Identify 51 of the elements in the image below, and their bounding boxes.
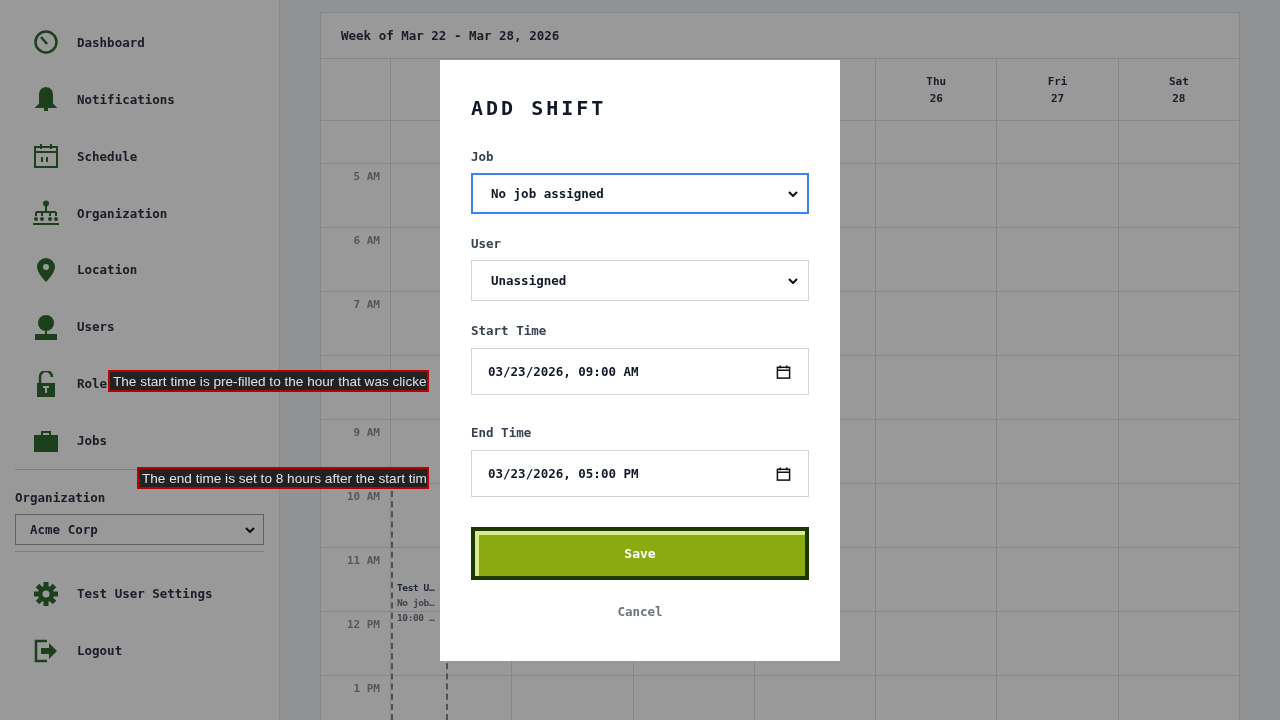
calendar-icon	[776, 465, 791, 482]
nav-item[interactable]: Users	[15, 298, 115, 356]
hour-label: 9 AM	[353, 426, 380, 439]
calendar-icon	[776, 363, 791, 380]
day-date: 27	[1050, 91, 1065, 105]
nav-item[interactable]: Role	[15, 355, 108, 413]
datetime-field[interactable]: 03/23/2026, 05:00 PM	[471, 450, 809, 497]
settings-icon	[33, 580, 59, 607]
annotation-tooltip: The end time is set to 8 hours after the start tim	[137, 467, 429, 489]
dialog-title: ADD SHIFT	[471, 96, 608, 120]
field-label: Job	[471, 149, 495, 164]
user-icon	[33, 313, 59, 340]
datetime-field[interactable]: 03/23/2026, 09:00 AM	[471, 348, 809, 395]
hour-label: 7 AM	[353, 298, 380, 311]
dashboard-icon	[33, 29, 59, 56]
hour-label: 10 AM	[346, 490, 380, 503]
week-title: Week of Mar 22 - Mar 28, 2026	[341, 28, 560, 43]
nav-item[interactable]: Test User Settings	[15, 565, 213, 622]
select-field[interactable]: Unassigned	[471, 260, 809, 301]
organization-label: Organization	[15, 490, 107, 505]
nav-item[interactable]: Dashboard	[15, 14, 145, 71]
nav-item[interactable]: Logout	[15, 622, 123, 679]
cancel-button[interactable]: Cancel	[613, 604, 667, 619]
day-date: 28	[1172, 91, 1186, 105]
org-chart-icon	[33, 200, 59, 227]
nav-item[interactable]: Organization	[15, 184, 168, 242]
calendar-icon	[33, 143, 59, 170]
field-label: End Time	[471, 425, 533, 440]
hour-label: 5 AM	[353, 170, 380, 183]
bell-icon	[33, 86, 59, 113]
nav-item[interactable]: Notifications	[15, 70, 175, 128]
annotation-tooltip: The start time is pre-filled to the hour that was clicke	[108, 370, 429, 392]
chevron-icon	[788, 190, 798, 197]
logout-icon	[33, 637, 59, 664]
day-name: Sat	[1168, 74, 1189, 88]
nav-item[interactable]: Schedule	[15, 127, 138, 185]
chevron-icon	[245, 526, 255, 533]
day-date: 26	[929, 91, 943, 105]
hour-label: 1 PM	[353, 682, 380, 695]
field-label: User	[471, 236, 503, 251]
field-label: Start Time	[471, 323, 548, 338]
chevron-icon	[788, 277, 798, 284]
hour-label: 6 AM	[353, 234, 380, 247]
day-name: Thu	[926, 74, 947, 88]
nav-item[interactable]: Jobs	[15, 412, 108, 469]
select-field[interactable]: No job assigned	[471, 173, 809, 214]
day-name: Fri	[1047, 74, 1068, 88]
hour-label: 11 AM	[346, 554, 380, 567]
nav-item[interactable]: Location	[15, 241, 138, 299]
hour-label: 12 PM	[346, 618, 380, 631]
organization-select[interactable]: Acme Corp	[15, 514, 264, 545]
